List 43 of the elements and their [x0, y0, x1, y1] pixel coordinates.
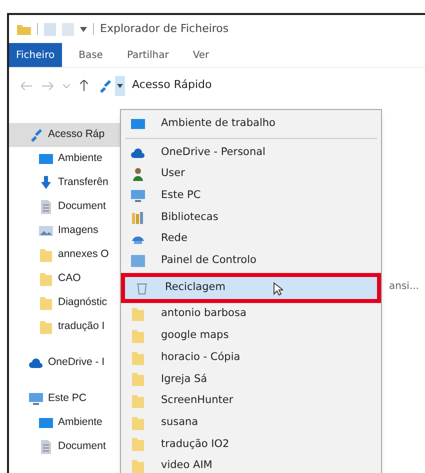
- computer-icon: [131, 188, 145, 203]
- cloud-icon: [29, 356, 43, 370]
- folder-icon: [131, 416, 145, 430]
- monitor-icon: [131, 116, 145, 131]
- window-title: Explorador de Ficheiros: [100, 20, 229, 37]
- ribbon-tab[interactable]: Ver: [186, 43, 216, 67]
- caret-icon: [117, 84, 123, 88]
- mouse-cursor-icon: [273, 282, 283, 296]
- caret-icon[interactable]: [80, 26, 87, 32]
- library-icon: [131, 210, 145, 225]
- address-path: Acesso Rápido: [132, 77, 212, 94]
- back-arrow-icon[interactable]: [21, 82, 32, 90]
- folder-icon: [131, 437, 145, 452]
- cloud-icon: [131, 146, 145, 160]
- folder-icon: [39, 320, 53, 334]
- folder-icon[interactable]: [17, 23, 31, 35]
- document-icon: [39, 440, 53, 454]
- folder-icon: [131, 307, 145, 322]
- monitor-icon: [39, 152, 53, 166]
- folder-icon: [131, 350, 145, 365]
- folder-icon: [131, 459, 145, 473]
- ribbon-tab[interactable]: Partilhar: [120, 43, 176, 67]
- image-icon: [39, 224, 53, 238]
- folder-icon: [131, 372, 145, 386]
- menu-item[interactable]: Reciclagem: [125, 276, 377, 298]
- user-icon: [131, 167, 145, 182]
- folder-icon: [131, 394, 145, 408]
- up-arrow-icon[interactable]: [80, 80, 88, 91]
- down-arrow-icon: [39, 176, 53, 190]
- document-icon: [39, 200, 53, 214]
- file-name: ansi...: [389, 280, 419, 294]
- folder-icon: [39, 272, 53, 286]
- location-dropdown-button[interactable]: [115, 76, 125, 96]
- ribbon-tab[interactable]: Ficheiro: [9, 43, 62, 67]
- pin-icon: [29, 128, 43, 142]
- monitor-icon: [39, 416, 53, 430]
- folder-icon: [39, 296, 53, 310]
- folder-icon: [131, 329, 145, 344]
- forward-arrow-icon[interactable]: [42, 82, 53, 90]
- ribbon-tab[interactable]: Base: [72, 43, 110, 67]
- pin-icon: [98, 78, 112, 92]
- folder-icon: [39, 248, 53, 262]
- computer-icon: [29, 392, 43, 406]
